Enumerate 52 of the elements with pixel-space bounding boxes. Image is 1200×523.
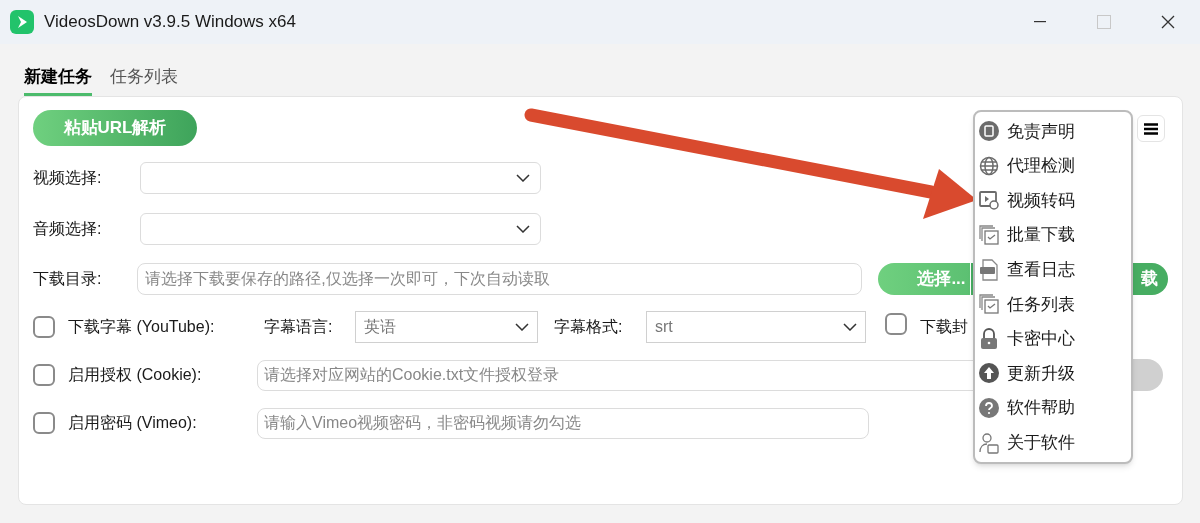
maximize-icon bbox=[1097, 15, 1111, 29]
menu-item[interactable]: 查看日志 bbox=[979, 252, 1127, 287]
menu-item[interactable]: 软件帮助 bbox=[979, 390, 1127, 426]
copy-check-icon bbox=[979, 294, 999, 315]
log-file-icon bbox=[979, 258, 999, 281]
arrow-up-icon bbox=[979, 363, 999, 384]
close-icon bbox=[1161, 15, 1175, 29]
menu-item[interactable]: 视频转码 bbox=[979, 183, 1127, 218]
field-label: 字幕语言: bbox=[264, 317, 334, 337]
document-icon bbox=[979, 121, 999, 142]
dropdown[interactable] bbox=[140, 213, 541, 245]
field-label: 视频选择: bbox=[33, 168, 103, 188]
field-label: 字幕格式: bbox=[554, 317, 624, 337]
menu-item[interactable]: 代理检测 bbox=[979, 148, 1127, 184]
user-icon bbox=[979, 431, 999, 454]
minimize-icon bbox=[1034, 21, 1046, 23]
checkbox-label: 启用密码 (Vimeo): bbox=[68, 413, 198, 433]
field-label: 音频选择: bbox=[33, 219, 103, 239]
menu-item[interactable]: 关于软件 bbox=[979, 425, 1127, 460]
dropdown[interactable] bbox=[140, 162, 541, 194]
chevron-down-icon bbox=[516, 174, 530, 182]
globe-icon bbox=[979, 155, 999, 176]
menu-item[interactable]: 任务列表 bbox=[979, 286, 1127, 322]
video-convert-icon bbox=[979, 190, 999, 211]
help-icon bbox=[979, 398, 999, 419]
checkbox-label: 下载字幕 (YouTube): bbox=[68, 317, 216, 337]
window-title: VideosDown v3.9.5 Windows x64 bbox=[44, 11, 296, 34]
language-dropdown[interactable]: 英语 bbox=[355, 311, 538, 343]
dropdown-value: 英语 bbox=[364, 317, 396, 337]
checkbox[interactable] bbox=[33, 316, 55, 338]
menu-item[interactable]: 批量下载 bbox=[979, 217, 1127, 253]
dropdown-value: srt bbox=[655, 317, 673, 337]
chevron-down-icon bbox=[843, 323, 857, 331]
checkbox-label: 下载封 bbox=[920, 317, 968, 337]
checkbox[interactable] bbox=[33, 364, 55, 386]
lock-icon bbox=[980, 327, 998, 350]
chevron-down-icon bbox=[515, 323, 529, 331]
menu-item[interactable]: 卡密中心 bbox=[979, 321, 1127, 357]
menu-button[interactable] bbox=[1137, 115, 1165, 142]
chevron-down-icon bbox=[516, 225, 530, 233]
checkbox-label: 启用授权 (Cookie): bbox=[68, 365, 203, 385]
copy-check-icon bbox=[979, 225, 999, 246]
checkbox[interactable] bbox=[33, 412, 55, 434]
path-input-field[interactable]: 请选择下载要保存的路径,仅选择一次即可，下次自动读取 bbox=[137, 263, 863, 295]
checkbox[interactable] bbox=[885, 312, 907, 335]
password-field[interactable]: 请输入Vimeo视频密码，非密码视频请勿勾选 bbox=[257, 407, 869, 439]
app-logo-icon bbox=[10, 10, 34, 34]
menu-icon bbox=[1144, 122, 1158, 135]
field-label: 下载目录: bbox=[33, 269, 103, 289]
format-dropdown[interactable]: srt bbox=[646, 311, 866, 343]
menu-item[interactable]: 免责声明 bbox=[979, 114, 1127, 149]
tab[interactable]: 任务列表 bbox=[110, 63, 178, 96]
